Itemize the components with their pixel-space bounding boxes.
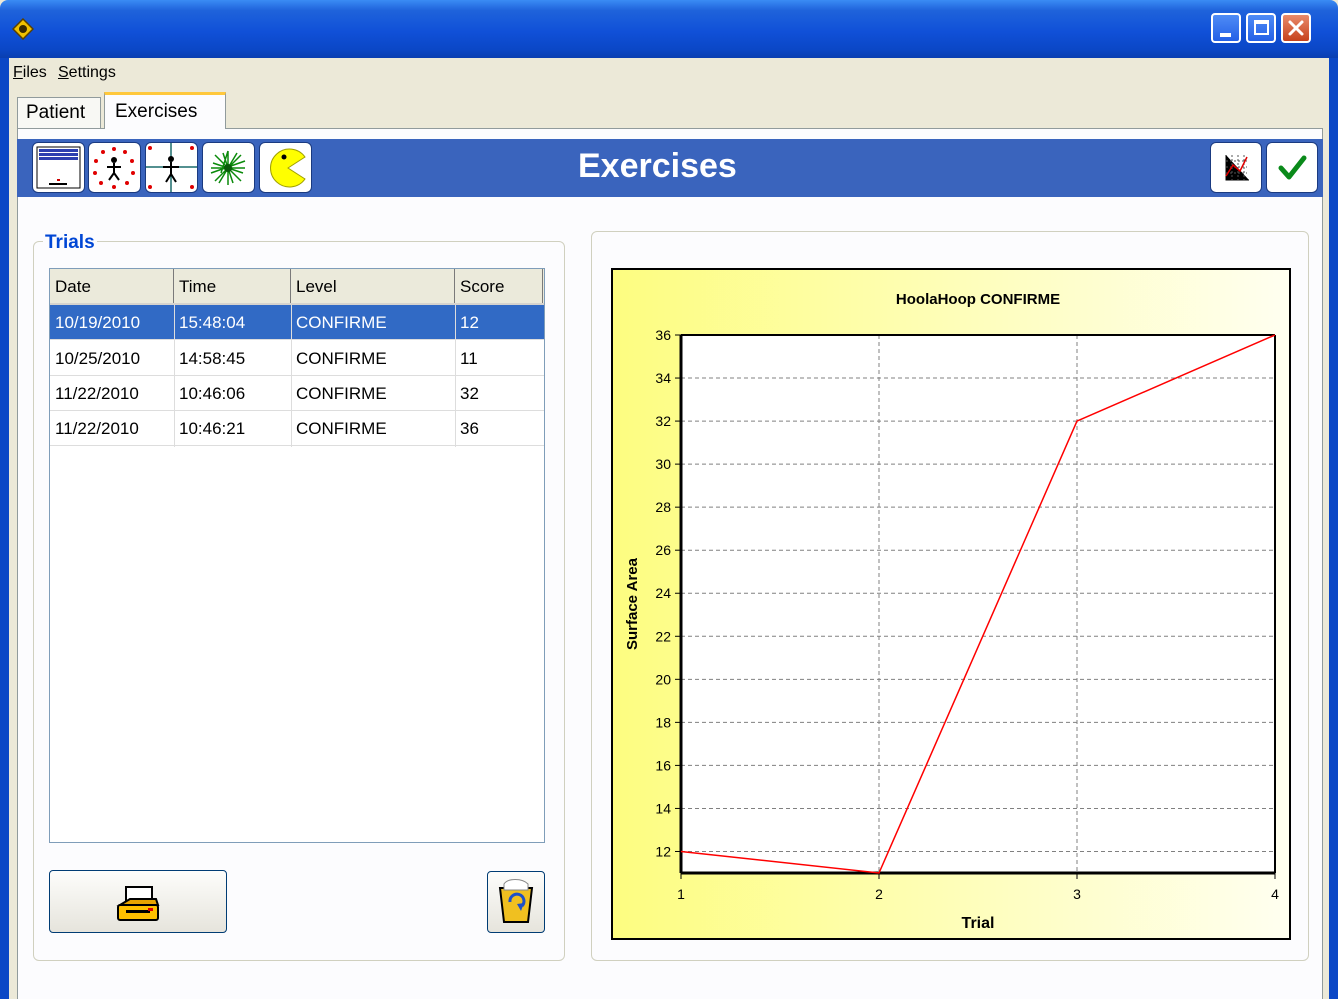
y-tick-label: 20: [655, 671, 671, 687]
cell-time: 10:46:06: [179, 384, 246, 403]
y-tick-label: 28: [655, 499, 671, 515]
chart-frame: 12 14 16 18 20 22 24 26 28 30 32 34 36 1 2 3 4 HoolaHoop …: [611, 268, 1291, 940]
window-frame-left: [0, 58, 9, 999]
trials-legend: Trials: [43, 232, 97, 254]
menu-bar: Files Settings: [9, 58, 1329, 88]
y-tick-label: 36: [655, 327, 671, 343]
close-icon: [1288, 20, 1304, 36]
cell-level: CONFIRME: [296, 349, 387, 368]
tab-exercises[interactable]: Exercises: [104, 92, 226, 129]
cell-score: 36: [460, 419, 479, 438]
dotted-circle-figure-icon: [93, 147, 135, 189]
y-axis-label: Surface Area: [624, 557, 641, 650]
cell-date: 11/22/2010: [55, 419, 139, 438]
column-header-time[interactable]: Time: [174, 269, 291, 303]
y-tick-label: 14: [655, 800, 671, 816]
cell-time: 15:48:04: [179, 313, 246, 332]
plot-area: [681, 335, 1275, 873]
x-axis-label: Trial: [962, 915, 995, 932]
y-tick-label: 30: [655, 456, 671, 472]
trials-list-header: Date Time Level Score: [50, 269, 544, 305]
grid-exercise-icon: [36, 146, 81, 189]
y-tick-label: 12: [655, 843, 671, 859]
y-tick-label: 26: [655, 542, 671, 558]
graph-icon: [1225, 155, 1249, 181]
line-chart: 121416182022242628303234361 2 3 4HoolaHoop …: [624, 291, 1279, 932]
starburst-icon: [210, 150, 246, 185]
minimize-icon: [1220, 33, 1231, 37]
page-title: Exercises: [578, 147, 737, 185]
maximize-icon: [1254, 20, 1269, 35]
x-tick-label: 3: [1073, 886, 1081, 902]
x-tick-label: 2: [875, 886, 883, 902]
tab-patient[interactable]: Patient: [17, 97, 101, 128]
table-row[interactable]: 10/19/2010 15:48:04 CONFIRME 12: [50, 305, 544, 340]
confirm-button[interactable]: [1266, 142, 1318, 193]
app-logo-icon: [12, 18, 34, 40]
delete-button[interactable]: [487, 871, 545, 933]
pacman-icon: [270, 148, 306, 188]
starburst-button[interactable]: [202, 142, 255, 193]
column-divider: [455, 305, 456, 447]
cell-date: 11/22/2010: [55, 384, 139, 403]
printer-icon: [116, 886, 160, 921]
checkmark-icon: [1278, 155, 1307, 180]
maximize-button[interactable]: [1246, 13, 1276, 43]
y-tick-label: 24: [655, 585, 671, 601]
window-frame-right: [1329, 58, 1338, 999]
column-divider: [291, 305, 292, 447]
y-tick-label: 34: [655, 370, 671, 386]
trials-list: Date Time Level Score 10/19/2010 15:48:0…: [49, 268, 545, 843]
cell-level: CONFIRME: [296, 313, 387, 332]
column-divider: [174, 305, 175, 447]
grid-exercise-button[interactable]: [32, 142, 85, 193]
title-bar: [0, 0, 1338, 58]
print-button[interactable]: [49, 870, 227, 933]
minimize-button[interactable]: [1211, 13, 1241, 43]
x-tick-label: 1: [677, 886, 685, 902]
cell-score: 11: [460, 349, 478, 368]
cell-level: CONFIRME: [296, 419, 387, 438]
menu-files[interactable]: Files: [13, 64, 47, 82]
column-header-score[interactable]: Score: [455, 269, 543, 303]
cell-date: 10/19/2010: [55, 313, 141, 332]
crosshair-figure-icon: [146, 143, 197, 192]
graph-button[interactable]: [1210, 142, 1262, 193]
cell-time: 14:58:45: [179, 349, 246, 368]
cell-score: 12: [460, 313, 479, 332]
column-header-date[interactable]: Date: [50, 269, 174, 303]
table-row[interactable]: 11/22/2010 10:46:21 CONFIRME 36: [50, 411, 544, 446]
crosshair-figure-button[interactable]: [145, 142, 198, 193]
cell-time: 10:46:21: [179, 419, 246, 438]
y-tick-label: 16: [655, 757, 671, 773]
dotted-circle-button[interactable]: [88, 142, 141, 193]
y-tick-label: 32: [655, 413, 671, 429]
y-tick-label: 18: [655, 714, 671, 730]
chart-title: HoolaHoop CONFIRME: [896, 291, 1060, 308]
cell-score: 32: [460, 384, 479, 403]
cell-date: 10/25/2010: [55, 349, 141, 368]
x-tick-label: 4: [1271, 886, 1279, 902]
close-button[interactable]: [1281, 13, 1311, 43]
cell-level: CONFIRME: [296, 384, 387, 403]
recycle-bin-icon: [498, 879, 534, 923]
table-row[interactable]: 10/25/2010 14:58:45 CONFIRME 11: [50, 341, 544, 376]
y-tick-label: 22: [655, 628, 671, 644]
menu-settings[interactable]: Settings: [58, 64, 116, 82]
pacman-button[interactable]: [259, 142, 312, 193]
table-row[interactable]: 11/22/2010 10:46:06 CONFIRME 32: [50, 376, 544, 411]
column-header-level[interactable]: Level: [291, 269, 455, 303]
